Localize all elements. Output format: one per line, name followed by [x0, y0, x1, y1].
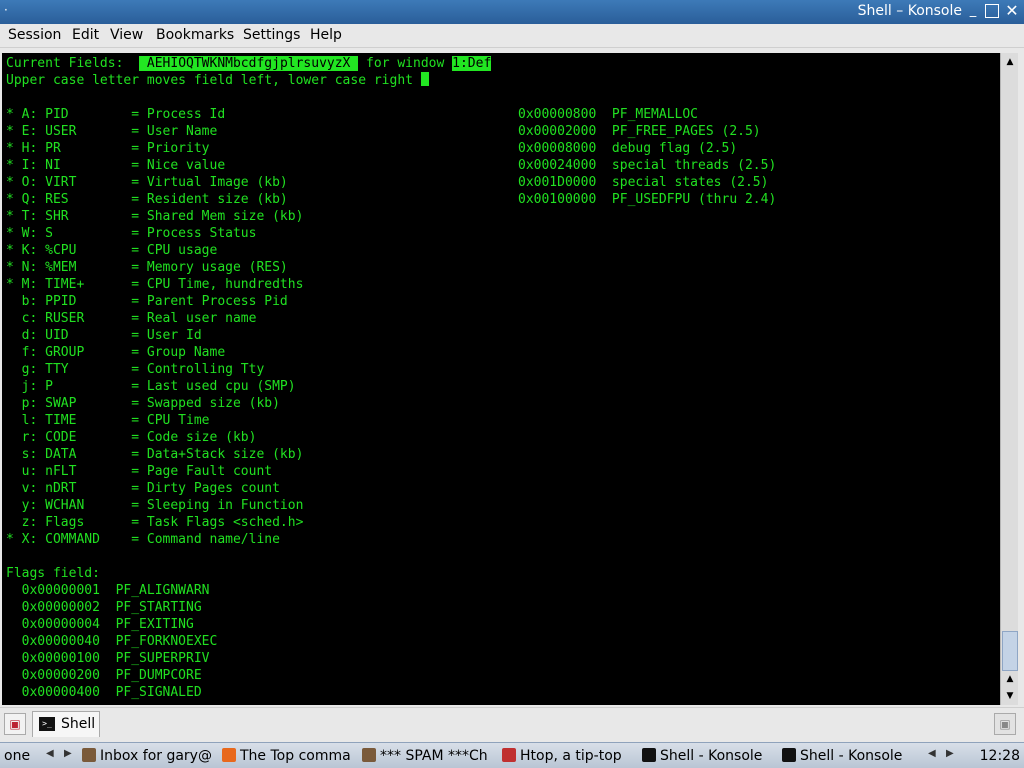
task-label: Shell - Konsole — [660, 748, 763, 764]
terminal-line: p: SWAP = Swapped size (kb) — [6, 396, 280, 411]
arrow-right-icon[interactable]: ▶ — [64, 748, 72, 759]
terminal-line: * H: PR = Priority — [6, 141, 210, 156]
scroll-up-lower-icon[interactable]: ▲ — [1002, 671, 1018, 687]
text-cursor — [420, 72, 429, 86]
task-item[interactable]: Shell - Konsole — [642, 748, 780, 764]
terminal-line: v: nDRT = Dirty Pages count — [6, 481, 280, 496]
task-item[interactable]: Htop, a tip-top — [502, 748, 640, 764]
close-icon[interactable]: ✕ — [1005, 3, 1019, 19]
terminal-line: 0x00000200 PF_DUMPCORE — [6, 668, 202, 683]
taskbar: one ◀ ▶ Inbox for gary@ The Top comma **… — [0, 742, 1024, 768]
terminal-line: f: GROUP = Group Name — [6, 345, 226, 360]
terminal-line: * E: USER = User Name — [6, 124, 218, 139]
terminal-line: * Q: RES = Resident size (kb) — [6, 192, 288, 207]
task-label: Htop, a tip-top — [520, 748, 622, 764]
terminal-line: * T: SHR = Shared Mem size (kb) — [6, 209, 304, 224]
terminal-line: b: PPID = Parent Process Pid — [6, 294, 288, 309]
terminal-line: 0x00024000 special threads (2.5) — [518, 158, 777, 173]
maximize-icon[interactable] — [985, 4, 999, 18]
fields-string: AEHIOQTWKNMbcdfgjplrsuvyzX — [139, 56, 359, 71]
terminal-line: 0x00000400 PF_SIGNALED — [6, 685, 202, 700]
desktop-label[interactable]: one — [4, 748, 30, 764]
task-label: The Top comma — [240, 748, 351, 764]
mail-icon — [362, 748, 376, 762]
scroll-down-icon[interactable]: ▼ — [1002, 688, 1018, 704]
hint-line: Upper case letter moves field left, lowe… — [6, 72, 429, 89]
minimize-icon[interactable]: _ — [966, 4, 980, 18]
terminal-line: * I: NI = Nice value — [6, 158, 226, 173]
terminal-line: c: RUSER = Real user name — [6, 311, 257, 326]
scroll-up-icon[interactable]: ▲ — [1002, 54, 1018, 70]
terminal-line: z: Flags = Task Flags <sched.h> — [6, 515, 304, 530]
terminal-line: * X: COMMAND = Command name/line — [6, 532, 280, 547]
current-fields-line: Current Fields: AEHIOQTWKNMbcdfgjplrsuvy… — [6, 55, 492, 72]
terminal-line: * A: PID = Process Id — [6, 107, 226, 122]
close-session-icon[interactable]: ▣ — [994, 713, 1016, 735]
menu-bookmarks[interactable]: Bookmarks — [156, 27, 234, 43]
terminal-line: 0x00000001 PF_ALIGNWARN — [6, 583, 210, 598]
menu-edit[interactable]: Edit — [72, 27, 99, 43]
terminal-line: * N: %MEM = Memory usage (RES) — [6, 260, 288, 275]
editor-icon — [502, 748, 516, 762]
terminal-line: 0x00000040 PF_FORKNOEXEC — [6, 634, 218, 649]
title-bar: · Shell – Konsole _ ✕ — [0, 0, 1024, 24]
terminal-line: 0x00008000 debug flag (2.5) — [518, 141, 738, 156]
hint-text: Upper case letter moves field left, lowe… — [6, 73, 421, 88]
terminal-line: 0x00000004 PF_EXITING — [6, 617, 194, 632]
terminal-icon — [782, 748, 796, 762]
for-window-label: for window — [358, 56, 453, 71]
terminal-line: u: nFLT = Page Fault count — [6, 464, 273, 479]
window-menu-icon[interactable]: · — [4, 3, 18, 17]
terminal-line: 0x00002000 PF_FREE_PAGES (2.5) — [518, 124, 761, 139]
flags-title: Flags field: — [6, 566, 100, 581]
task-item[interactable]: Shell - Konsole — [782, 748, 920, 764]
terminal-line: s: DATA = Data+Stack size (kb) — [6, 447, 304, 462]
menu-bar: Session Edit View Bookmarks Settings Hel… — [0, 24, 1024, 48]
terminal-icon: >_ — [39, 717, 55, 731]
terminal-line: l: TIME = CPU Time — [6, 413, 210, 428]
terminal-icon — [642, 748, 656, 762]
menu-help[interactable]: Help — [310, 27, 342, 43]
task-item[interactable]: The Top comma — [222, 748, 360, 764]
terminal-line: * K: %CPU = CPU usage — [6, 243, 218, 258]
task-label: Inbox for gary@ — [100, 748, 212, 764]
clock: 12:28 — [979, 748, 1020, 764]
tab-bar: ▣ >_ Shell ▣ — [0, 707, 1024, 739]
task-label: *** SPAM ***Ch — [380, 748, 488, 764]
current-fields-label: Current Fields: — [6, 56, 140, 71]
terminal-line: d: UID = User Id — [6, 328, 202, 343]
terminal-line: y: WCHAN = Sleeping in Function — [6, 498, 304, 513]
terminal-line: * W: S = Process Status — [6, 226, 257, 241]
tab-label: Shell — [61, 716, 96, 732]
mail-icon — [82, 748, 96, 762]
menu-session[interactable]: Session — [8, 27, 61, 43]
menu-settings[interactable]: Settings — [243, 27, 300, 43]
tab-shell[interactable]: >_ Shell — [32, 711, 100, 737]
terminal-line: j: P = Last used cpu (SMP) — [6, 379, 296, 394]
arrow-left-icon[interactable]: ◀ — [928, 748, 936, 759]
task-item[interactable]: Inbox for gary@ — [82, 748, 220, 764]
window-title: Shell – Konsole — [857, 3, 962, 19]
task-item[interactable]: *** SPAM ***Ch — [362, 748, 500, 764]
menu-view[interactable]: View — [110, 27, 143, 43]
scrollbar-thumb[interactable] — [1002, 631, 1018, 671]
vertical-scrollbar[interactable]: ▲ ▲ ▼ — [1000, 53, 1018, 705]
terminal-line: 0x00100000 PF_USEDFPU (thru 2.4) — [518, 192, 777, 207]
terminal-line: 0x001D0000 special states (2.5) — [518, 175, 769, 190]
new-session-icon[interactable]: ▣ — [4, 713, 26, 735]
terminal-line: 0x00000002 PF_STARTING — [6, 600, 202, 615]
window-name: 1:Def — [452, 56, 492, 71]
task-label: Shell - Konsole — [800, 748, 903, 764]
terminal-line: 0x00000100 PF_SUPERPRIV — [6, 651, 210, 666]
terminal-line: g: TTY = Controlling Tty — [6, 362, 265, 377]
terminal-output[interactable]: Current Fields: AEHIOQTWKNMbcdfgjplrsuvy… — [2, 53, 1000, 705]
blogger-icon — [222, 748, 236, 762]
arrow-left-icon[interactable]: ◀ — [46, 748, 54, 759]
terminal-line: 0x00000800 PF_MEMALLOC — [518, 107, 699, 122]
arrow-right-icon[interactable]: ▶ — [946, 748, 954, 759]
terminal-line: r: CODE = Code size (kb) — [6, 430, 257, 445]
terminal-line: * M: TIME+ = CPU Time, hundredths — [6, 277, 304, 292]
terminal-line: * O: VIRT = Virtual Image (kb) — [6, 175, 288, 190]
